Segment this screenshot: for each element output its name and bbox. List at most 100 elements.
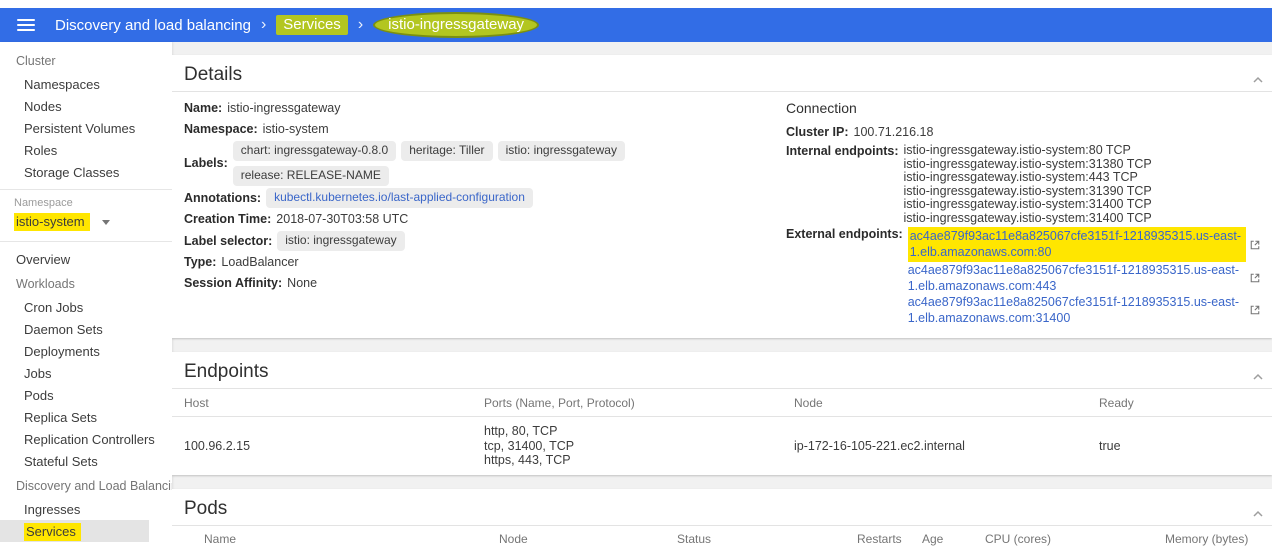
field-label: Name: [184,101,223,115]
sidebar-item-roles[interactable]: Roles [0,139,149,161]
sidebar-heading-workloads: Workloads [16,277,75,291]
open-in-new-icon [1250,305,1260,315]
session-affinity-value: None [287,276,318,290]
sidebar-divider [0,189,172,190]
internal-endpoint: istio-ingressgateway.istio-system:80 TCP [903,143,1131,157]
collapse-card-icon[interactable] [1252,509,1264,519]
sidebar-item-overview[interactable]: Overview [0,248,149,270]
namespace-selector-label: Namespace [14,197,73,209]
internal-endpoints-list: istio-ingressgateway.istio-system:80 TCP… [903,143,1152,225]
endpoint-ports: http, 80, TCP tcp, 31400, TCP https, 443… [484,424,575,467]
column-header: Ports (Name, Port, Protocol) [484,395,635,410]
browser-top-strip [0,0,1272,8]
field-label: Annotations: [184,190,262,205]
field-label: External endpoints: [786,227,903,241]
field-label: Labels: [184,156,228,170]
label-chip: chart: ingressgateway-0.8.0 [232,141,397,161]
column-header: Status [677,532,712,546]
breadcrumb-current-page: istio-ingressgateway [373,12,540,38]
field-label: Label selector: [184,233,273,248]
field-label: Cluster IP: [786,125,849,139]
sidebar-item-namespaces[interactable]: Namespaces [0,73,149,95]
external-endpoint-link[interactable]: ac4ae879f93ac11e8a825067cfe3151f-1218935… [908,262,1246,294]
breadcrumb-discovery-link[interactable]: Discovery and load balancing [55,17,251,34]
sidebar-item-persistent-volumes[interactable]: Persistent Volumes [0,117,149,139]
sidebar-item-replication-controllers[interactable]: Replication Controllers [0,428,155,450]
sidebar-item-jobs[interactable]: Jobs [0,362,149,384]
column-header: Age [922,532,944,546]
endpoints-card-title: Endpoints [184,361,269,382]
pods-card-title: Pods [184,497,228,519]
field-label: Session Affinity: [184,276,283,290]
field-label: Creation Time: [184,212,272,226]
pods-table-header: Name Node Status Restarts Age CPU (cores… [172,526,1272,547]
label-chip: istio: ingressgateway [497,141,625,161]
app-header: Discovery and load balancing › Services … [0,8,1272,42]
open-in-new-icon [1250,240,1260,250]
internal-endpoint: istio-ingressgateway.istio-system:31380 … [903,156,1152,171]
chevron-right-icon: › [260,16,267,33]
column-header: Host [184,395,209,410]
label-chip: heritage: Tiller [401,141,493,161]
column-header: Node [499,532,528,546]
details-card: Details Name: istio-ingressgateway Namesp… [172,55,1272,338]
sidebar-heading-cluster: Cluster [16,54,56,68]
connection-section: Connection Cluster IP: 100.71.216.18 Inte… [786,99,1260,328]
column-header: Node [794,395,823,410]
sidebar-item-pods[interactable]: Pods [0,384,149,406]
collapse-card-icon[interactable] [1252,75,1264,85]
sidebar: Cluster Namespaces Nodes Persistent Volu… [0,42,172,547]
internal-endpoint: istio-ingressgateway.istio-system:31400 … [903,197,1152,211]
table-row: 100.96.2.15 http, 80, TCP tcp, 31400, TC… [172,417,1272,475]
column-header: Name [204,532,237,546]
field-label: Type: [184,255,217,269]
sidebar-item-services-label: Services [24,522,81,541]
sidebar-divider [0,241,172,242]
pods-card: Pods Name Node Status Restarts Age CPU (… [172,488,1272,547]
details-card-title: Details [184,64,243,85]
field-label: Internal endpoints: [786,144,899,158]
external-endpoint-link[interactable]: ac4ae879f93ac11e8a825067cfe3151f-1218935… [908,294,1246,326]
column-header: Memory (bytes) [1165,532,1249,546]
external-endpoint-link[interactable]: ac4ae879f93ac11e8a825067cfe3151f-1218935… [907,227,1246,262]
main-content: Details Name: istio-ingressgateway Namesp… [172,42,1272,547]
endpoint-node: ip-172-16-105-221.ec2.internal [794,438,965,453]
field-label: Namespace: [184,122,258,136]
annotation-link-chip[interactable]: kubectl.kubernetes.io/last-applied-confi… [266,188,533,208]
sidebar-item-nodes[interactable]: Nodes [0,95,149,117]
service-namespace-value: istio-system [262,122,329,136]
sidebar-heading-discovery: Discovery and Load Balancing [16,479,172,493]
creation-time-value: 2018-07-30T03:58 UTC [276,212,409,226]
chevron-down-icon [101,219,110,225]
open-in-new-icon [1250,273,1260,283]
menu-icon[interactable] [17,19,35,31]
cluster-ip-value: 100.71.216.18 [853,125,934,139]
sidebar-item-ingresses[interactable]: Ingresses [0,498,149,520]
sidebar-item-stateful-sets[interactable]: Stateful Sets [0,450,149,472]
column-header: Restarts [857,532,902,546]
breadcrumb-services-link[interactable]: Services [276,15,348,35]
internal-endpoint: istio-ingressgateway.istio-system:31390 … [903,183,1152,198]
endpoint-host: 100.96.2.15 [184,438,251,453]
external-endpoints-list: ac4ae879f93ac11e8a825067cfe3151f-1218935… [907,227,1260,326]
column-header: CPU (cores) [985,532,1052,546]
service-name-value: istio-ingressgateway [227,101,341,115]
internal-endpoint: istio-ingressgateway.istio-system:31400 … [903,210,1152,225]
endpoints-table-header: Host Ports (Name, Port, Protocol) Node R… [172,389,1272,417]
label-chip: release: RELEASE-NAME [232,166,389,186]
sidebar-item-storage-classes[interactable]: Storage Classes [0,161,149,183]
connection-title: Connection [786,100,857,116]
collapse-card-icon[interactable] [1252,372,1264,382]
sidebar-item-daemon-sets[interactable]: Daemon Sets [0,318,149,340]
chevron-right-icon: › [357,16,364,33]
endpoints-card: Endpoints Host Ports (Name, Port, Protoc… [172,352,1272,475]
namespace-selected-value: istio-system [14,213,90,231]
sidebar-item-deployments[interactable]: Deployments [0,340,149,362]
sidebar-item-services[interactable]: Services [0,520,149,542]
breadcrumb: Discovery and load balancing › Services … [55,12,540,38]
service-type-value: LoadBalancer [221,255,299,269]
endpoint-ready: true [1099,438,1121,453]
sidebar-item-replica-sets[interactable]: Replica Sets [0,406,149,428]
namespace-selector[interactable]: istio-system [0,210,172,235]
sidebar-item-cron-jobs[interactable]: Cron Jobs [0,296,149,318]
